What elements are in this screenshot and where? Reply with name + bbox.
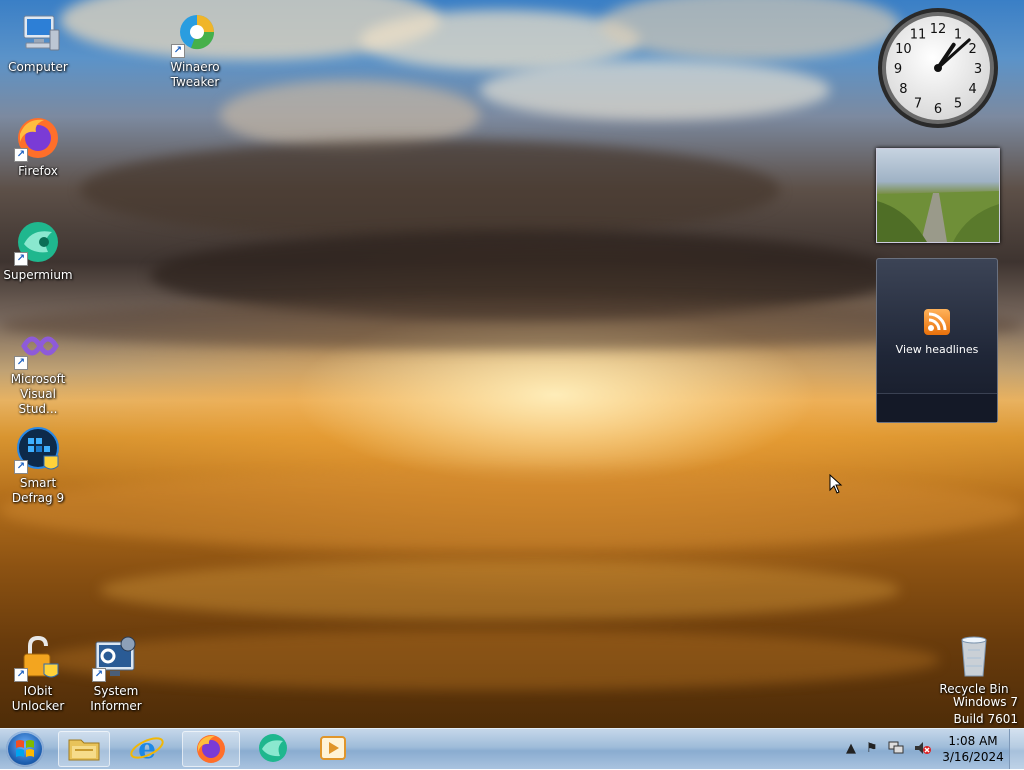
clock-numeral: 11 bbox=[910, 27, 927, 42]
taskbar-clock[interactable]: 1:08 AM 3/16/2024 bbox=[938, 733, 1008, 765]
desktop-icon-label: Smart Defrag 9 bbox=[11, 476, 65, 505]
clock-numeral: 3 bbox=[974, 62, 982, 77]
winaero-tweaker-icon: ↗ bbox=[171, 10, 219, 58]
internet-explorer-icon: e bbox=[130, 732, 164, 765]
computer-icon bbox=[14, 10, 62, 58]
desktop-icon-smart-defrag[interactable]: ↗ Smart Defrag 9 bbox=[0, 426, 76, 506]
recycle-bin-icon bbox=[950, 632, 998, 680]
svg-text:e: e bbox=[138, 732, 156, 765]
taskbar-explorer-button[interactable] bbox=[58, 731, 110, 767]
taskbar-media-player-button[interactable] bbox=[308, 731, 360, 767]
shortcut-arrow-icon: ↗ bbox=[14, 356, 28, 370]
taskbar-internet-explorer-button[interactable]: e bbox=[122, 731, 174, 767]
shortcut-arrow-icon: ↗ bbox=[171, 44, 185, 58]
shortcut-arrow-icon: ↗ bbox=[14, 148, 28, 162]
slideshow-image bbox=[877, 191, 999, 242]
show-desktop-button[interactable] bbox=[1009, 729, 1024, 769]
desktop-icon-iobit-unlocker[interactable]: ↗ IObit Unlocker bbox=[0, 634, 76, 714]
feed-gadget-footer bbox=[877, 393, 997, 422]
media-player-icon bbox=[320, 736, 346, 760]
supermium-icon bbox=[259, 734, 287, 762]
taskbar-firefox-button[interactable] bbox=[182, 731, 240, 767]
shortcut-arrow-icon: ↗ bbox=[14, 668, 28, 682]
feed-headlines-gadget[interactable]: View headlines bbox=[876, 258, 998, 423]
clock-numeral: 8 bbox=[899, 82, 907, 97]
taskbar-date: 3/16/2024 bbox=[942, 750, 1004, 764]
clock-numeral: 2 bbox=[969, 42, 977, 57]
desktop-icon-visual-studio[interactable]: ↗ Microsoft Visual Stud... bbox=[0, 322, 76, 417]
desktop-icon-supermium[interactable]: ↗ Supermium bbox=[0, 218, 76, 283]
clock-numeral: 4 bbox=[969, 82, 977, 97]
desktop-icon-label: IObit Unlocker bbox=[11, 684, 65, 713]
clock-numeral: 7 bbox=[914, 97, 922, 112]
smart-defrag-icon: ↗ bbox=[14, 426, 62, 474]
clock-numeral: 5 bbox=[954, 97, 962, 112]
watermark-line-1: Windows 7 bbox=[952, 695, 1018, 709]
shortcut-arrow-icon: ↗ bbox=[14, 252, 28, 266]
watermark-line-2: Build 7601 bbox=[953, 712, 1018, 726]
show-hidden-icons-button[interactable]: ▲ bbox=[846, 741, 856, 756]
start-button[interactable] bbox=[6, 731, 44, 767]
desktop-icon-computer[interactable]: Computer bbox=[0, 10, 76, 75]
clock-numeral: 6 bbox=[934, 102, 942, 117]
explorer-icon bbox=[68, 739, 100, 761]
windows-watermark: Windows 7 Build 7601 bbox=[953, 694, 1018, 728]
desktop-icon-recycle-bin[interactable]: Recycle Bin bbox=[936, 632, 1012, 697]
clock-numeral: 10 bbox=[895, 42, 912, 57]
network-icon[interactable] bbox=[888, 741, 904, 759]
taskbar-supermium-button[interactable] bbox=[248, 731, 300, 767]
taskbar[interactable]: e ▲ ⚑ 1:08 AM 3/16/2024 bbox=[0, 728, 1024, 769]
desktop-icon-label: Computer bbox=[8, 60, 68, 74]
desktop[interactable]: Computer ↗ Winaero Tweaker ↗ Firefox ↗ S… bbox=[0, 0, 1024, 728]
visual-studio-icon: ↗ bbox=[14, 322, 62, 370]
desktop-icon-system-informer[interactable]: ↗ System Informer bbox=[78, 634, 154, 714]
desktop-icon-label: System Informer bbox=[90, 684, 142, 713]
slideshow-gadget[interactable] bbox=[876, 148, 1000, 243]
taskbar-time: 1:08 AM bbox=[948, 734, 998, 748]
desktop-icon-label: Winaero Tweaker bbox=[170, 60, 220, 89]
shortcut-arrow-icon: ↗ bbox=[92, 668, 106, 682]
iobit-unlocker-icon: ↗ bbox=[14, 634, 62, 682]
volume-muted-icon[interactable] bbox=[914, 741, 932, 759]
shortcut-arrow-icon: ↗ bbox=[14, 460, 28, 474]
clock-numeral: 12 bbox=[930, 22, 947, 37]
desktop-icon-firefox[interactable]: ↗ Firefox bbox=[0, 114, 76, 179]
action-center-flag-icon[interactable]: ⚑ bbox=[866, 741, 878, 756]
rss-icon bbox=[924, 309, 950, 335]
firefox-icon bbox=[197, 735, 225, 763]
windows-logo-icon bbox=[16, 740, 34, 757]
supermium-icon: ↗ bbox=[14, 218, 62, 266]
view-headlines-link[interactable]: View headlines bbox=[877, 343, 997, 356]
mouse-cursor-icon bbox=[829, 474, 843, 494]
clock-gadget[interactable]: 12 1 2 3 4 5 6 7 8 9 10 11 bbox=[876, 6, 1000, 130]
desktop-icon-winaero-tweaker[interactable]: ↗ Winaero Tweaker bbox=[157, 10, 233, 90]
clock-numeral: 9 bbox=[894, 62, 902, 77]
system-informer-icon: ↗ bbox=[92, 634, 140, 682]
desktop-icon-label: Microsoft Visual Stud... bbox=[10, 372, 66, 416]
clock-numeral: 1 bbox=[954, 27, 962, 42]
firefox-icon: ↗ bbox=[14, 114, 62, 162]
desktop-icon-label: Firefox bbox=[18, 164, 58, 178]
desktop-icon-label: Supermium bbox=[3, 268, 73, 282]
